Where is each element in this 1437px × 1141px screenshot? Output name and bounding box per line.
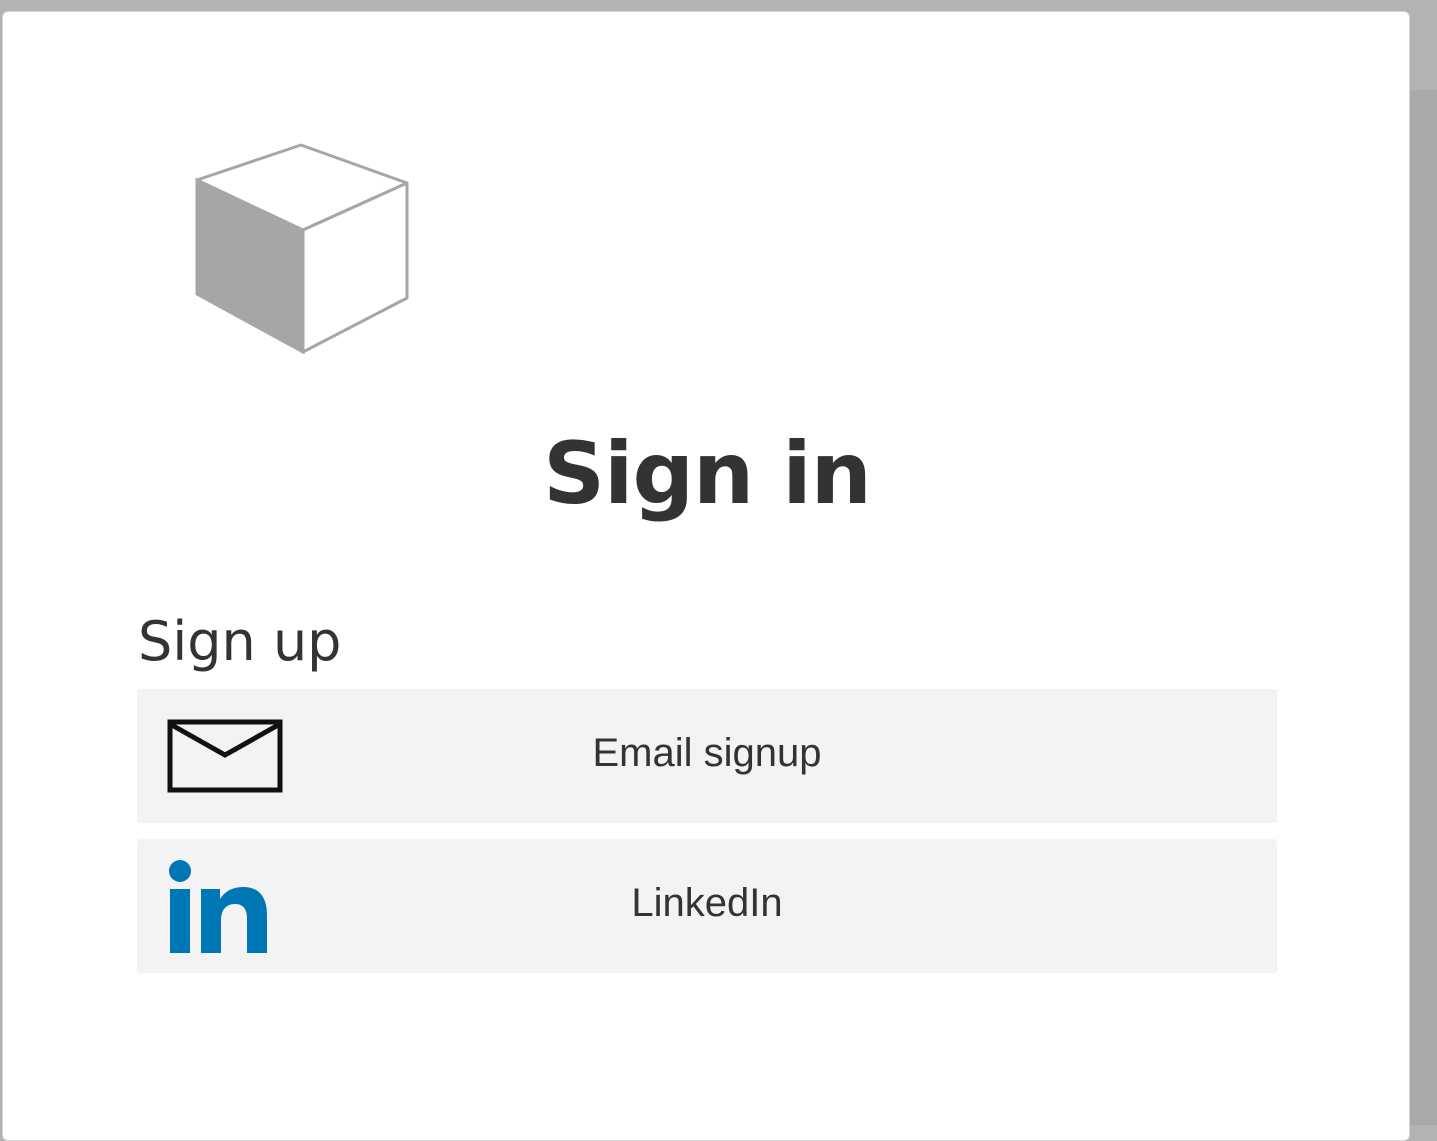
linkedin-signup-label: LinkedIn xyxy=(631,881,783,925)
cube-logo-icon xyxy=(195,143,409,355)
linkedin-signup-button[interactable]: LinkedIn xyxy=(137,839,1277,973)
sign-up-heading: Sign up xyxy=(138,610,342,673)
page-title: Sign in xyxy=(543,424,872,524)
email-signup-label: Email signup xyxy=(592,731,822,775)
email-signup-button[interactable]: Email signup xyxy=(137,689,1277,823)
sign-in-dialog: Sign in Sign up Email signup LinkedIn xyxy=(2,11,1410,1141)
